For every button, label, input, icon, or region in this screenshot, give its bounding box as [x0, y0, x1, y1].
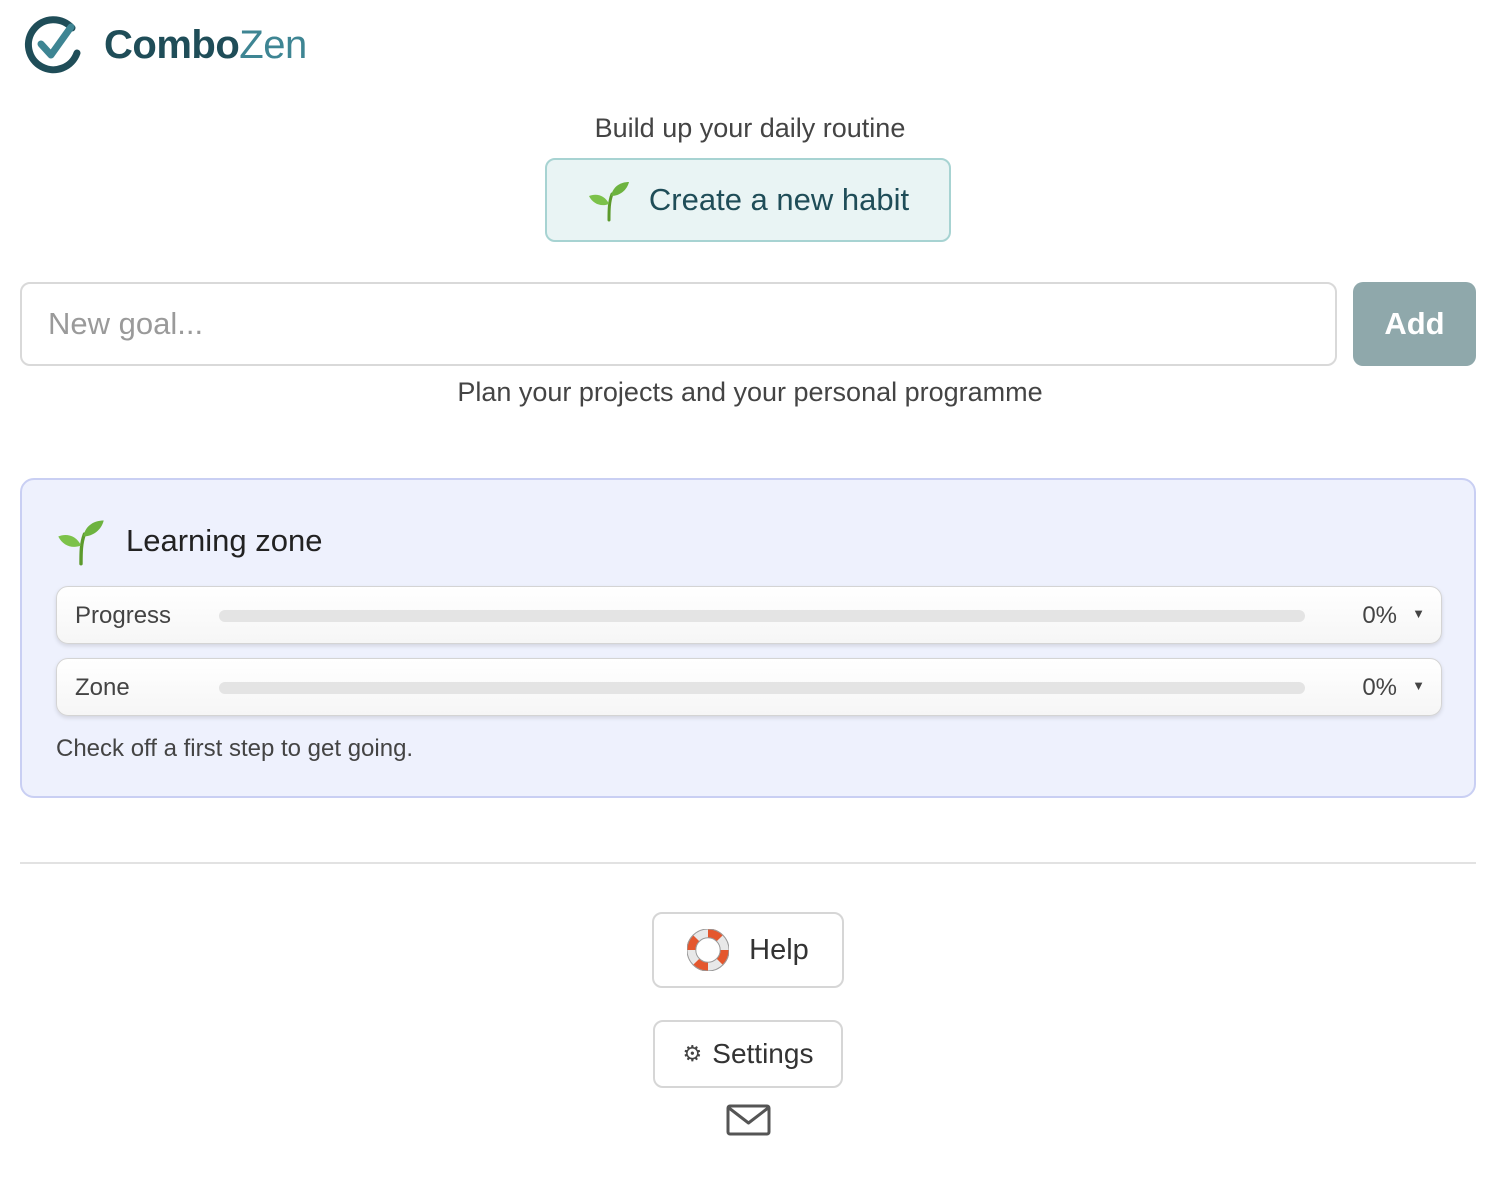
- caret-down-icon: ▼: [1412, 606, 1425, 621]
- mail-icon[interactable]: [726, 1104, 771, 1136]
- settings-label: Settings: [712, 1038, 814, 1069]
- progress-track: [219, 610, 1305, 622]
- divider: [20, 862, 1476, 864]
- lifebuoy-icon: [687, 929, 730, 971]
- help-label: Help: [749, 933, 809, 966]
- gear-icon: ⚙: [682, 1041, 703, 1066]
- progress-label: Progress: [75, 602, 172, 629]
- page: ComboZen Build up your daily routine Cre…: [0, 0, 1500, 1182]
- caret-down-icon: ▼: [1412, 678, 1425, 693]
- settings-button[interactable]: ⚙ Settings: [653, 1020, 843, 1088]
- zone-percent: 0%: [1362, 674, 1397, 701]
- zone-hint: Check off a first step to get going.: [56, 735, 414, 762]
- sprout-icon: [588, 182, 629, 222]
- progress-row[interactable]: Progress 0% ▼: [56, 586, 1442, 644]
- logo-check-icon: [24, 16, 81, 74]
- learning-zone-card: Learning zone Progress 0% ▼ Zone 0% ▼ Ch…: [20, 478, 1476, 798]
- progress-percent: 0%: [1362, 602, 1397, 629]
- brand-name: ComboZen: [104, 23, 307, 68]
- tagline: Build up your daily routine: [594, 113, 906, 143]
- help-button[interactable]: Help: [652, 912, 844, 988]
- zone-label: Zone: [75, 674, 130, 701]
- sprout-icon: [58, 520, 104, 566]
- create-habit-button[interactable]: Create a new habit: [545, 158, 951, 242]
- zone-row[interactable]: Zone 0% ▼: [56, 658, 1442, 716]
- zone-title: Learning zone: [126, 523, 323, 558]
- new-goal-input[interactable]: [20, 282, 1337, 366]
- create-habit-label: Create a new habit: [648, 182, 910, 217]
- app-logo[interactable]: ComboZen: [22, 14, 307, 76]
- zone-track: [219, 682, 1305, 694]
- brand-name-part2: Zen: [239, 22, 307, 67]
- zone-header: Learning zone: [56, 516, 323, 566]
- add-goal-button[interactable]: Add: [1353, 282, 1476, 366]
- brand-name-part1: Combo: [104, 22, 240, 67]
- goal-subtitle: Plan your projects and your personal pro…: [457, 377, 1043, 407]
